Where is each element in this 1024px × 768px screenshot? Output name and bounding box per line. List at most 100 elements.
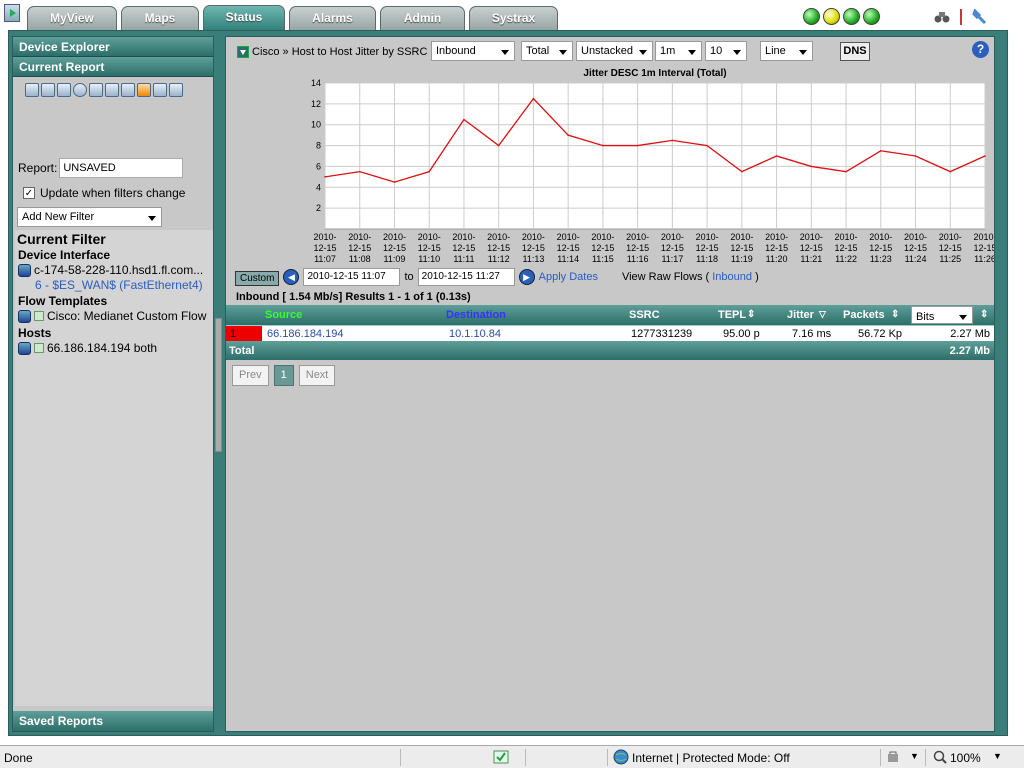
status-light-yellow-icon[interactable]: [823, 8, 840, 25]
tab-alarms[interactable]: Alarms: [289, 6, 376, 30]
collapse-toggle-icon[interactable]: [237, 46, 249, 58]
chevron-down-icon[interactable]: ▼: [993, 751, 1002, 761]
x-tick-label: 2010-12-15 11:08: [348, 232, 371, 264]
dns-button[interactable]: DNS: [840, 42, 870, 61]
raw-flows-suffix: ): [755, 271, 759, 283]
pin-icon[interactable]: [958, 8, 964, 26]
print-icon[interactable]: [89, 83, 103, 97]
start-date-input[interactable]: 2010-12-15 11:07: [303, 268, 401, 286]
pdf-icon[interactable]: [169, 83, 183, 97]
rss-icon[interactable]: [137, 83, 151, 97]
zoom-level[interactable]: 100%: [950, 751, 981, 765]
unit-select[interactable]: Bits: [911, 306, 973, 324]
email-icon[interactable]: [153, 83, 167, 97]
binoculars-icon[interactable]: [934, 10, 950, 24]
status-box-icon: [34, 311, 44, 321]
row-destination-link[interactable]: 10.1.10.84: [449, 328, 501, 340]
x-tick-label: 2010-12-15 11:25: [939, 232, 962, 264]
panel-splitter[interactable]: [215, 318, 222, 452]
tab-admin[interactable]: Admin: [380, 6, 465, 30]
table-header: Source Destination SSRC TEPL ⇕ Jitter ▽ …: [226, 305, 994, 325]
security-icon[interactable]: [493, 749, 509, 765]
raw-flows-prefix: View Raw Flows (: [621, 271, 710, 283]
add-filter-select[interactable]: Add New Filter: [17, 207, 162, 227]
x-tick-label: 2010-12-15 11:09: [383, 232, 406, 264]
packets-column-header[interactable]: Packets: [843, 309, 885, 321]
saved-reports-header[interactable]: Saved Reports: [13, 711, 213, 731]
y-tick-label: 14: [311, 78, 321, 88]
page-number-button[interactable]: 1: [273, 365, 294, 386]
chevron-down-icon[interactable]: ▼: [910, 751, 919, 761]
status-light-green-icon[interactable]: [843, 8, 860, 25]
report-name-input[interactable]: UNSAVED: [59, 158, 184, 178]
protected-mode-icon[interactable]: [887, 750, 903, 764]
custom-range-button[interactable]: Custom: [235, 270, 280, 286]
open-report-icon[interactable]: [25, 83, 39, 97]
update-filters-label: Update when filters change: [40, 186, 186, 200]
sort-icon[interactable]: ⇕: [980, 309, 988, 320]
source-column-header[interactable]: Source: [265, 309, 302, 321]
save-icon[interactable]: [41, 83, 55, 97]
table-row[interactable]: 1 66.186.184.194 10.1.10.84 1277331239 9…: [226, 325, 994, 341]
tab-myview[interactable]: MyView: [27, 6, 117, 30]
x-tick-label: 2010-12-15 11:12: [487, 232, 510, 264]
jitter-column-header[interactable]: Jitter: [787, 309, 814, 321]
x-tick-label: 2010-12-1511:26: [973, 232, 994, 264]
x-tick-label: 2010-12-15 11:23: [869, 232, 892, 264]
status-box-icon: [34, 343, 44, 353]
tepl-column-header[interactable]: TEPL: [718, 309, 746, 321]
table-icon[interactable]: [121, 83, 135, 97]
schedule-icon[interactable]: [73, 83, 87, 97]
row-source-link[interactable]: 66.186.184.194: [267, 328, 343, 340]
add-filter-value: Add New Filter: [22, 211, 95, 223]
flow-template-item[interactable]: Cisco: Medianet Custom Flow: [15, 308, 213, 324]
hosts-title: Hosts: [18, 326, 52, 340]
destination-column-header[interactable]: Destination: [446, 309, 506, 321]
tab-status[interactable]: Status: [203, 5, 285, 31]
status-light-green-icon[interactable]: [803, 8, 820, 25]
apply-dates-link[interactable]: Apply Dates: [539, 271, 598, 283]
tab-systrax[interactable]: Systrax: [469, 6, 558, 30]
sort-desc-icon[interactable]: ▽: [819, 309, 826, 320]
x-tick-label: 2010-12-15 11:20: [765, 232, 788, 264]
wrench-icon[interactable]: [972, 9, 988, 25]
device-item[interactable]: c-174-58-228-110.hsd1.fl.com...: [15, 262, 213, 278]
save-as-icon[interactable]: [57, 83, 71, 97]
direction-select[interactable]: Inbound: [431, 41, 515, 61]
prev-page-button[interactable]: Prev: [232, 365, 269, 386]
stacking-select[interactable]: Unstacked: [576, 41, 653, 61]
status-light-green-icon[interactable]: [863, 8, 880, 25]
interface-link[interactable]: 6 - $ES_WAN$ (FastEthernet4): [15, 278, 213, 292]
data-point: [532, 97, 535, 100]
data-point: [914, 155, 917, 157]
sort-icon[interactable]: ⇕: [891, 309, 899, 320]
previous-range-icon[interactable]: ◀: [283, 269, 300, 285]
data-point: [949, 170, 952, 173]
total-label: Total: [229, 345, 255, 357]
end-date-input[interactable]: 2010-12-15 11:27: [417, 268, 515, 286]
ssrc-column-header[interactable]: SSRC: [629, 309, 660, 321]
current-report-header[interactable]: Current Report: [13, 57, 213, 77]
host-name: 66.186.184.194 both: [47, 341, 158, 355]
graph-type-select[interactable]: Line: [760, 41, 813, 61]
interval-select[interactable]: 1m: [655, 41, 702, 61]
device-explorer-header[interactable]: Device Explorer: [13, 37, 213, 57]
data-point: [463, 118, 465, 121]
data-point: [810, 165, 813, 168]
export-icon[interactable]: [105, 83, 119, 97]
next-range-icon[interactable]: ▶: [518, 269, 535, 285]
zoom-icon[interactable]: [933, 750, 947, 764]
update-filters-checkbox[interactable]: ✓: [23, 187, 35, 199]
divider: [925, 749, 926, 766]
tab-maps[interactable]: Maps: [121, 6, 199, 30]
data-point: [393, 181, 396, 183]
raw-flows-inbound-link[interactable]: Inbound: [712, 271, 752, 283]
status-lights: [803, 8, 880, 25]
sort-icon[interactable]: ⇕: [747, 309, 755, 320]
total-select[interactable]: Total: [521, 41, 573, 61]
next-page-button[interactable]: Next: [298, 365, 336, 386]
count-select[interactable]: 10: [705, 41, 747, 61]
row-jitter: 7.16 ms: [792, 328, 832, 340]
host-item[interactable]: 66.186.184.194 both: [15, 340, 213, 356]
help-icon[interactable]: ?: [972, 41, 989, 58]
